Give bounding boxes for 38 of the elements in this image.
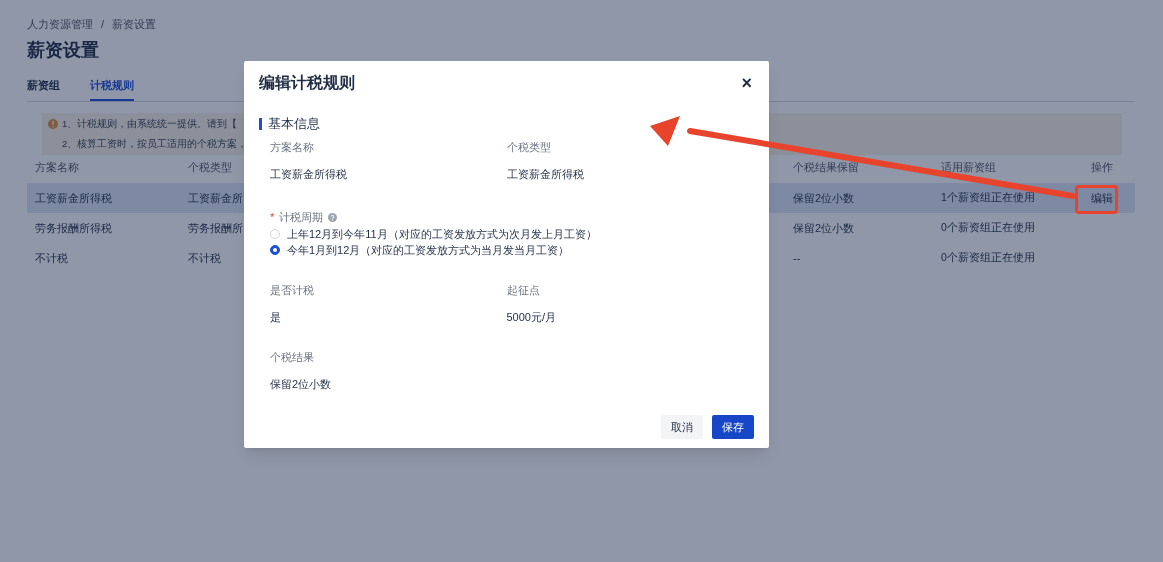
table-cell-text: 劳务报酬所得税 [34,220,113,236]
table-cell-text: 不计税 [187,250,222,266]
table-cell-text: 不计税 [34,250,69,266]
field-label: 是否计税 [270,283,314,297]
table-cell-text: 保留2位小数 [792,190,856,206]
table-cell-text: 工资薪金所 [187,190,244,206]
column-header: 方案名称 [34,159,80,175]
required-mark: * [270,210,275,224]
table-cell-text: 劳务报酬所 [187,220,244,236]
radio-label: 上年12月到今年11月（对应的工资发放方式为次月发上月工资） [287,227,597,241]
field-value: 工资薪金所得税 [506,167,584,181]
field-value: 5000元/月 [506,310,557,324]
dialog-title: 编辑计税规则 [259,73,355,93]
radio-label: 今年1月到12月（对应的工资发放方式为当月发当月工资） [287,243,570,257]
field-value: 是 [270,310,281,324]
column-header: 操作 [1090,159,1114,175]
notice-text: 2、核算工资时，按员工适用的个税方案， [62,137,248,151]
table-cell-text: 0个薪资组正在使用 [940,250,1036,266]
table-cell-text: 工资薪金所得税 [34,190,113,206]
field-value: 工资薪金所得税 [270,167,347,181]
table-cell-text: 1个薪资组正在使用 [940,190,1036,206]
column-header: 个税类型 [187,159,233,175]
breadcrumb-separator: / [101,17,105,32]
breadcrumb-current: 薪资设置 [112,17,157,32]
column-header: 适用薪资组 [940,159,997,175]
field-label: 方案名称 [270,140,314,154]
column-header: 个税结果保留 [792,159,860,175]
field-label: 个税类型 [506,140,551,154]
table-cell-text: -- [792,250,802,266]
field-label: 计税周期 [279,210,324,224]
page-title: 薪资设置 [27,38,99,62]
table-cell-text: 0个薪资组正在使用 [940,220,1036,236]
section-title: 基本信息 [268,116,320,132]
field-value: 保留2位小数 [270,377,332,391]
field-label: 起征点 [506,283,540,297]
table-cell-text: 保留2位小数 [792,220,856,236]
notice-text: 1、计税规则，由系统统一提供。请到【 [62,117,238,131]
field-label: 个税结果 [270,350,314,364]
